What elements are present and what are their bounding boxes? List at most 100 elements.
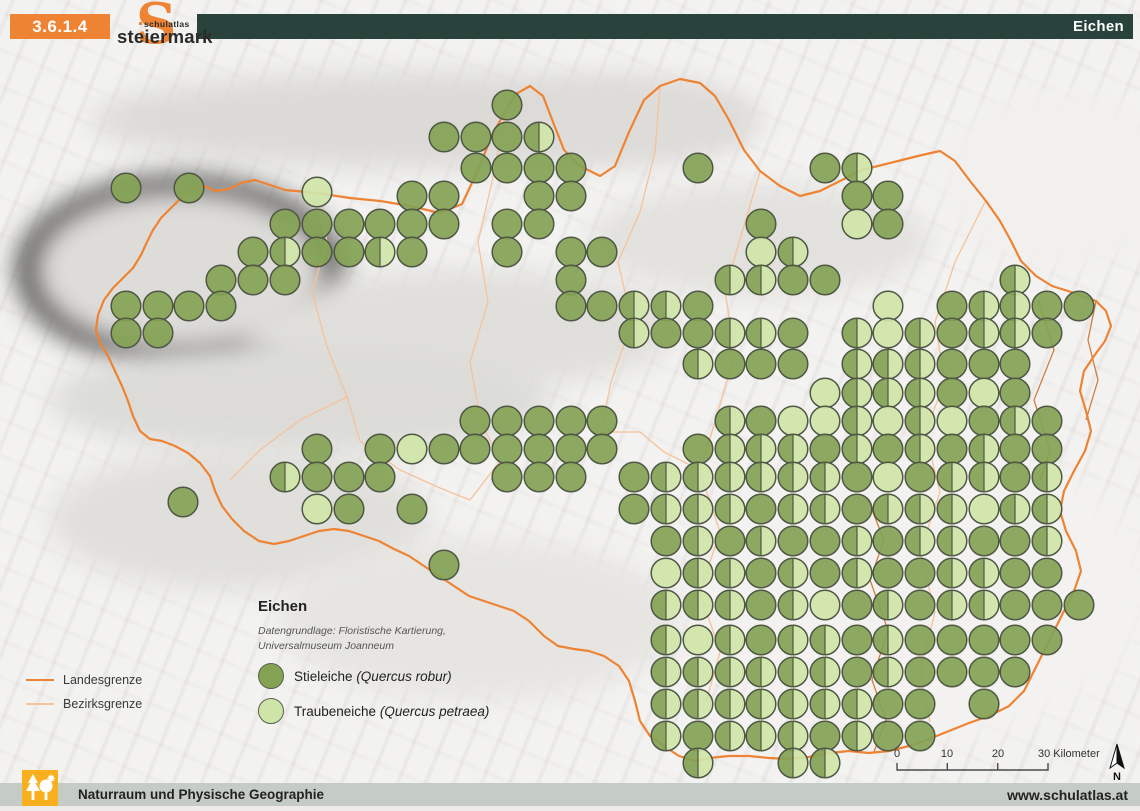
map-dot (397, 237, 427, 267)
map-dot (810, 526, 840, 556)
legend-row-traubeneiche: Traubeneiche (Quercus petraea) (258, 698, 518, 724)
traubeneiche-dot-icon (258, 698, 284, 724)
stieleiche-dot-icon (258, 663, 284, 689)
map-dot (873, 406, 903, 436)
scale-tick-10: 10 (941, 748, 953, 760)
map-dot (842, 689, 872, 719)
map-dot (168, 487, 198, 517)
traubeneiche-label: Traubeneiche (Quercus petraea) (294, 704, 489, 719)
map-dot (1032, 625, 1062, 655)
map-dot (715, 625, 745, 655)
map-dot (873, 558, 903, 588)
map-dot (810, 558, 840, 588)
map-dot (937, 657, 967, 687)
map-dot (524, 462, 554, 492)
map-dot (1032, 558, 1062, 588)
map-dot (873, 318, 903, 348)
map-dot (746, 462, 776, 492)
map-dot (905, 318, 935, 348)
map-dot (905, 689, 935, 719)
map-dot (746, 209, 776, 239)
map-dot (746, 349, 776, 379)
map-dot (238, 237, 268, 267)
map-dot (1032, 318, 1062, 348)
map-dot (810, 625, 840, 655)
map-dot (778, 657, 808, 687)
map-dot (842, 462, 872, 492)
map-dot (746, 526, 776, 556)
map-dot (683, 689, 713, 719)
map-dot (905, 590, 935, 620)
map-dot (842, 558, 872, 588)
scale-tick-20: 20 (992, 748, 1004, 760)
map-dot (746, 318, 776, 348)
map-dot (651, 558, 681, 588)
map-dot (1032, 462, 1062, 492)
map-dot (651, 291, 681, 321)
map-dot (334, 462, 364, 492)
map-dot (556, 291, 586, 321)
map-dot (873, 291, 903, 321)
map-dot (969, 689, 999, 719)
map-dot (683, 526, 713, 556)
map-dot (778, 590, 808, 620)
legend-row-bezirksgrenze: Bezirksgrenze (26, 692, 142, 716)
map-legend-source: Datengrundlage: Floristische Kartierung,… (258, 624, 518, 654)
map-dot (1000, 434, 1030, 464)
map-dot (683, 625, 713, 655)
map-dot (683, 153, 713, 183)
map-dot (937, 349, 967, 379)
map-dot (715, 406, 745, 436)
map-dot (937, 434, 967, 464)
map-dot (619, 291, 649, 321)
map-dot (905, 349, 935, 379)
map-dot (524, 122, 554, 152)
map-dot (810, 462, 840, 492)
map-dot (651, 526, 681, 556)
map-dot (365, 434, 395, 464)
map-dot (492, 237, 522, 267)
map-dot (905, 558, 935, 588)
map-dot (842, 494, 872, 524)
map-dot (556, 181, 586, 211)
source-line-1: Datengrundlage: Floristische Kartierung, (258, 625, 446, 637)
map-dot (651, 657, 681, 687)
bezirksgrenze-line-icon (26, 703, 54, 705)
map-dot (969, 494, 999, 524)
map-dot (651, 462, 681, 492)
map-dot (842, 318, 872, 348)
map-dot (619, 494, 649, 524)
map-dot (619, 318, 649, 348)
map-dot (842, 657, 872, 687)
map-dot (842, 590, 872, 620)
chapter-code-badge: 3.6.1.4 (10, 14, 110, 39)
map-dot (810, 748, 840, 778)
map-dot (334, 494, 364, 524)
map-dot (810, 265, 840, 295)
map-dot (1000, 406, 1030, 436)
map-dot (238, 265, 268, 295)
footer-url[interactable]: www.schulatlas.at (1007, 787, 1128, 803)
map-dot (873, 657, 903, 687)
schulatlas-logo[interactable]: S schulatlas steiermark (112, 2, 202, 62)
map-dot (1000, 462, 1030, 492)
map-dot (1000, 558, 1030, 588)
map-dot (778, 558, 808, 588)
map-dot (937, 406, 967, 436)
map-dot (937, 625, 967, 655)
map-dot (715, 657, 745, 687)
map-dot (873, 181, 903, 211)
map-dot (683, 494, 713, 524)
map-dot (969, 349, 999, 379)
map-dot (873, 462, 903, 492)
map-dot (969, 526, 999, 556)
map-legend-title: Eichen (258, 598, 518, 615)
map-dot (524, 209, 554, 239)
map-dot (651, 318, 681, 348)
map-dot (683, 657, 713, 687)
north-label: N (1113, 771, 1121, 783)
map-dot (302, 237, 332, 267)
map-dot (873, 209, 903, 239)
map-dot (810, 689, 840, 719)
map-dot (524, 181, 554, 211)
